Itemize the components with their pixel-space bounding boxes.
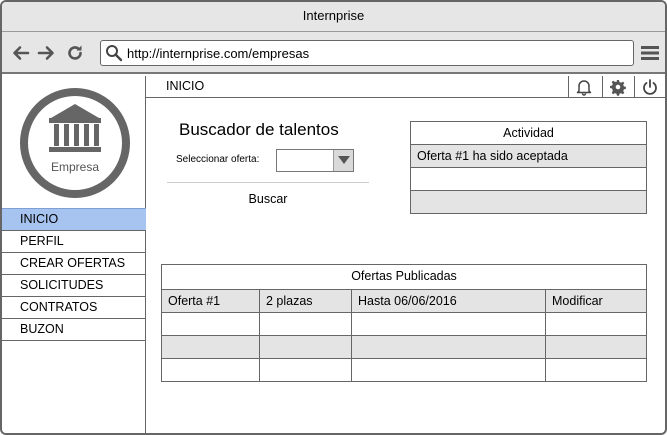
logo-label: Empresa [51,160,99,174]
activity-row: Oferta #1 ha sido aceptada [411,144,646,167]
offer-select[interactable] [276,149,354,172]
bell-icon[interactable] [568,76,599,98]
sidebar-item-crear-ofertas[interactable]: CREAR OFERTAS [2,252,146,274]
sidebar-item-solicitudes[interactable]: SOLICITUDES [2,274,146,296]
modify-offer-button[interactable]: Modificar [545,290,646,312]
gear-icon[interactable] [602,76,633,98]
chevron-down-icon[interactable] [333,150,353,171]
activity-row [411,167,646,190]
offers-table-title: Ofertas Publicadas [351,269,457,283]
offer-slots-cell [259,359,351,381]
back-arrow-icon[interactable] [11,43,31,63]
activity-title: Actividad [503,126,554,140]
page-header: INICIO [146,76,665,98]
activity-panel: Actividad Oferta #1 ha sido aceptada [410,121,647,214]
search-button[interactable]: Buscar [228,189,308,209]
offer-slots-cell [259,336,351,358]
offer-name-cell [162,359,259,381]
url-input[interactable] [127,43,627,63]
address-bar[interactable] [100,40,634,66]
page-title: INICIO [166,79,205,93]
sidebar-nav: INICIO PERFIL CREAR OFERTAS SOLICITUDES … [2,208,146,341]
offer-action-cell [545,359,646,381]
offer-name-cell [162,336,259,358]
power-icon[interactable] [634,76,665,98]
offer-action-cell [545,313,646,335]
search-icon [106,45,123,62]
table-row: Oferta #1 2 plazas Hasta 06/06/2016 Modi… [162,289,646,312]
sidebar: Empresa INICIO PERFIL CREAR OFERTAS SOLI… [2,76,146,433]
offer-action-cell [545,336,646,358]
window-titlebar: Internprise [2,2,665,32]
search-divider [167,182,369,183]
sidebar-item-inicio[interactable]: INICIO [2,208,146,230]
offer-deadline-cell [351,313,545,335]
published-offers-table: Ofertas Publicadas Oferta #1 2 plazas Ha… [161,264,647,382]
offer-deadline-cell [351,336,545,358]
offer-name-cell: Oferta #1 [168,294,221,308]
offer-select-label: Seleccionar oferta: [176,154,260,165]
sidebar-item-buzon[interactable]: BUZON [2,318,146,340]
offer-deadline-cell [351,359,545,381]
company-logo: Empresa [20,88,130,198]
hamburger-menu-icon[interactable] [640,43,660,63]
browser-window: Internprise http://internprise.com/empre… [0,0,667,435]
activity-row [411,190,646,213]
table-row [162,335,646,358]
offer-slots-cell: 2 plazas [259,290,351,312]
offer-slots-cell [259,313,351,335]
forward-arrow-icon[interactable] [36,43,56,63]
offer-deadline-cell: Hasta 06/06/2016 [351,290,545,312]
browser-toolbar [2,32,665,74]
sidebar-item-perfil[interactable]: PERFIL [2,230,146,252]
refresh-icon[interactable] [65,43,85,63]
talent-search-title: Buscador de talentos [179,120,339,139]
table-row [162,358,646,381]
table-row [162,312,646,335]
sidebar-item-contratos[interactable]: CONTRATOS [2,296,146,318]
offer-name-cell [162,313,259,335]
window-title: Internprise [302,8,365,23]
